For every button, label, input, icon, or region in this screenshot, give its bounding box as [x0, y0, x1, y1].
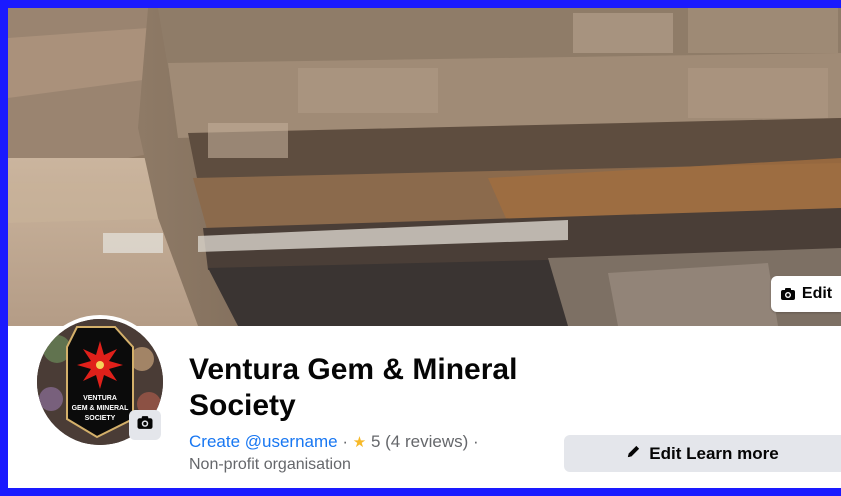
update-profile-picture-button[interactable]	[129, 410, 161, 440]
page-category[interactable]: Non-profit organisation	[189, 456, 351, 474]
camera-icon	[136, 415, 154, 435]
separator: ·	[342, 432, 349, 451]
cover-photo[interactable]	[8, 8, 841, 326]
edit-learn-more-button[interactable]: Edit Learn more	[564, 435, 841, 472]
edit-learn-more-label: Edit Learn more	[649, 443, 779, 463]
reviews-link[interactable]: (4 reviews)	[385, 432, 468, 451]
create-username-link[interactable]: Create @username	[189, 432, 338, 451]
svg-text:VENTURA: VENTURA	[83, 395, 117, 402]
svg-text:SOCIETY: SOCIETY	[85, 415, 116, 422]
rating-value: 5	[370, 432, 381, 451]
edit-cover-button[interactable]: Edit	[771, 276, 841, 312]
cover-image	[8, 8, 841, 326]
page-meta: Create @username · ★ 5 (4 reviews) ·	[189, 432, 479, 452]
separator: ·	[473, 432, 479, 451]
edit-cover-label: Edit	[801, 285, 833, 302]
svg-text:GEM & MINERAL: GEM & MINERAL	[72, 405, 130, 412]
pencil-icon	[626, 444, 641, 464]
camera-icon	[780, 287, 796, 301]
page-title: Ventura Gem & Mineral Society	[189, 353, 518, 422]
star-icon: ★	[352, 434, 367, 451]
